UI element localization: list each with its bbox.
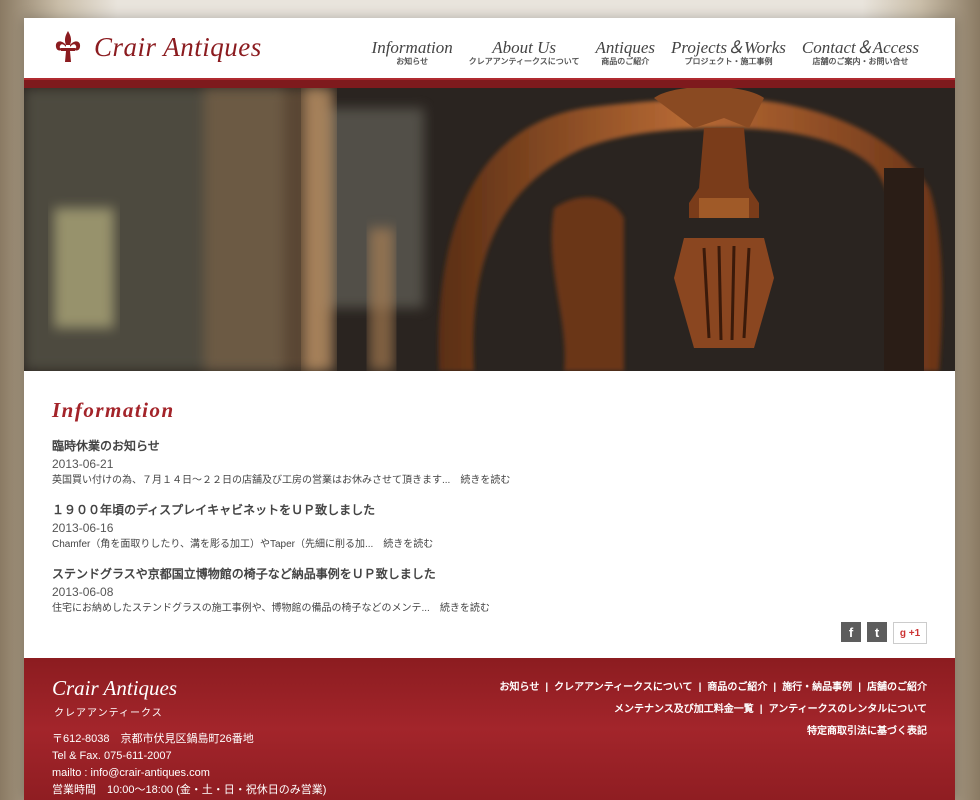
footer-link-legal[interactable]: 特定商取引法に基づく表記	[807, 726, 927, 737]
footer-kana: クレアアンティークス	[54, 708, 163, 719]
fleur-de-lis-icon	[55, 31, 81, 62]
footer-tel: Tel & Fax. 075-611-2007	[52, 750, 172, 762]
news-item: １９００年頃のディスプレイキャビネットをＵＰ致しました 2013-06-16 C…	[52, 501, 922, 552]
separator: |	[858, 682, 861, 693]
nav-label: Information	[371, 38, 453, 57]
nav-projects-works[interactable]: Projects＆Works プロジェクト・施工事例	[663, 38, 794, 67]
footer-address-block: 〒612-8038 京都市伏見区鍋島町26番地 Tel & Fax. 075-6…	[52, 731, 326, 799]
footer-links-row: お知らせ | クレアアンティークスについて | 商品のご紹介 | 施行・納品事例 | 店舗のご紹…	[500, 677, 927, 699]
header-divider	[24, 78, 955, 88]
antique-chair-image	[24, 88, 955, 371]
news-title[interactable]: 臨時休業のお知らせ	[52, 437, 922, 455]
header: Crair Antiques Information お知らせ About Us…	[24, 18, 955, 88]
nav-about-us[interactable]: About Us クレアアンティークスについて	[461, 38, 588, 67]
footer-link-rental[interactable]: アンティークスのレンタルについて	[769, 704, 927, 715]
news-item: 臨時休業のお知らせ 2013-06-21 英国買い付けの為、７月１４日〜２２日の…	[52, 437, 922, 488]
footer-links: お知らせ | クレアアンティークスについて | 商品のご紹介 | 施行・納品事例 | 店舗のご紹…	[500, 677, 927, 743]
news-date: 2013-06-21	[52, 457, 114, 471]
footer: Crair Antiques クレアアンティークス 〒612-8038 京都市伏…	[24, 658, 955, 800]
footer-address: 〒612-8038 京都市伏見区鍋島町26番地	[52, 733, 254, 745]
footer-link-shop[interactable]: 店舗のご紹介	[867, 682, 927, 693]
page: Crair Antiques Information お知らせ About Us…	[24, 18, 955, 800]
google-plus-icon[interactable]: g +1	[893, 622, 927, 644]
news-title[interactable]: １９００年頃のディスプレイキャビネットをＵＰ致しました	[52, 501, 922, 519]
footer-hours: 営業時間 10:00〜18:00 (金・土・日・祝休日のみ営業)	[52, 784, 327, 796]
footer-link-products[interactable]: 商品のご紹介	[707, 682, 767, 693]
news-excerpt: 英国買い付けの為、７月１４日〜２２日の店舗及び工房の営業はお休みさせて頂きます.…	[52, 473, 922, 488]
footer-link-maintenance[interactable]: メンテナンス及び加工料金一覧	[614, 704, 754, 715]
nav-sublabel: クレアアンティークスについて	[468, 57, 580, 66]
nav-label: Antiques	[595, 38, 656, 57]
nav-sublabel: プロジェクト・施工事例	[684, 57, 773, 66]
information-section: Information 臨時休業のお知らせ 2013-06-21 英国買い付けの…	[52, 398, 922, 629]
nav-sublabel: 店舗のご案内・お問い合せ	[812, 57, 909, 66]
footer-mail[interactable]: mailto : info@crair-antiques.com	[52, 765, 326, 782]
footer-link-news[interactable]: お知らせ	[500, 682, 540, 693]
footer-links-row: メンテナンス及び加工料金一覧 | アンティークスのレンタルについて	[500, 699, 927, 721]
news-excerpt: 住宅にお納めしたステンドグラスの施工事例や、博物館の備品の椅子などのメンテ...…	[52, 601, 922, 616]
news-date: 2013-06-08	[52, 585, 114, 599]
main-nav: Information お知らせ About Us クレアアンティークスについて…	[364, 38, 927, 67]
twitter-icon[interactable]: t	[867, 622, 887, 642]
logo[interactable]: Crair Antiques	[52, 29, 262, 65]
footer-link-works[interactable]: 施行・納品事例	[782, 682, 852, 693]
logo-text: Crair Antiques	[94, 31, 262, 62]
read-more-link[interactable]: 続きを読む	[440, 603, 490, 614]
social-links: f t g +1	[835, 622, 927, 644]
nav-label: Contact＆Access	[801, 38, 919, 57]
nav-information[interactable]: Information お知らせ	[364, 38, 461, 67]
news-date: 2013-06-16	[52, 521, 114, 535]
separator: |	[545, 682, 549, 693]
read-more-link[interactable]: 続きを読む	[460, 475, 510, 486]
nav-contact-access[interactable]: Contact＆Access 店舗のご案内・お問い合せ	[794, 38, 927, 67]
news-excerpt-text: Chamfer（角を面取りしたり、溝を彫る加工）やTaper（先細に削る加...	[52, 539, 374, 550]
news-item: ステンドグラスや京都国立博物館の椅子など納品事例をＵＰ致しました 2013-06…	[52, 565, 922, 616]
nav-antiques[interactable]: Antiques 商品のご紹介	[588, 38, 664, 67]
separator: |	[773, 682, 777, 693]
facebook-icon[interactable]: f	[841, 622, 861, 642]
news-excerpt-text: 住宅にお納めしたステンドグラスの施工事例や、博物館の備品の椅子などのメンテ...	[52, 603, 430, 614]
nav-label: About Us	[492, 38, 557, 57]
footer-logo[interactable]: Crair Antiques	[52, 676, 177, 700]
news-title[interactable]: ステンドグラスや京都国立博物館の椅子など納品事例をＵＰ致しました	[52, 565, 922, 583]
footer-links-row: 特定商取引法に基づく表記	[500, 721, 927, 743]
nav-label: Projects＆Works	[671, 38, 786, 57]
nav-sublabel: 商品のご紹介	[601, 57, 650, 66]
section-title: Information	[52, 398, 175, 422]
read-more-link[interactable]: 続きを読む	[383, 539, 433, 550]
hero-image	[24, 88, 955, 371]
separator: |	[759, 704, 763, 715]
nav-sublabel: お知らせ	[396, 57, 429, 66]
news-excerpt: Chamfer（角を面取りしたり、溝を彫る加工）やTaper（先細に削る加...…	[52, 537, 922, 552]
separator: |	[698, 682, 702, 693]
news-excerpt-text: 英国買い付けの為、７月１４日〜２２日の店舗及び工房の営業はお休みさせて頂きます.…	[52, 475, 451, 486]
footer-link-about[interactable]: クレアアンティークスについて	[554, 682, 692, 693]
